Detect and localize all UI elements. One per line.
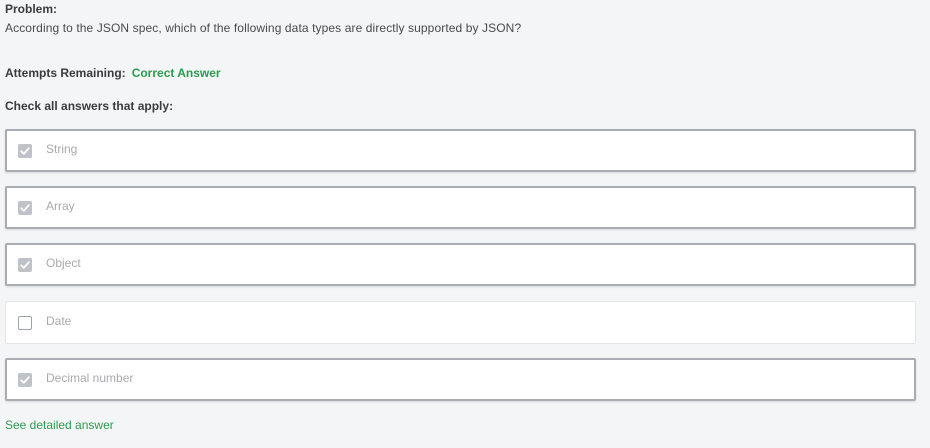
checkbox-checked-icon[interactable] [18,143,32,158]
problem-heading: Problem: [5,2,58,16]
attempts-label: Attempts Remaining: [5,66,126,80]
attempts-status: Correct Answer [131,66,221,80]
answer-option-label: Date [46,313,72,328]
see-detailed-answer-link[interactable]: See detailed answer [5,418,114,432]
checkbox-checked-icon[interactable] [18,372,32,387]
answer-option-array[interactable]: Array [5,186,916,229]
answer-option-label: Decimal number [46,370,134,385]
answer-option-label: String [46,141,78,156]
answer-option-label: Object [46,255,81,270]
checkbox-checked-icon[interactable] [18,257,32,272]
attempts-row: Attempts Remaining: Correct Answer [5,66,221,80]
problem-question: According to the JSON spec, which of the… [5,21,522,35]
answer-option-date[interactable]: Date [5,301,916,344]
checkbox-empty-icon[interactable] [18,315,32,330]
answer-option-object[interactable]: Object [5,243,916,286]
quiz-page: Problem: According to the JSON spec, whi… [0,0,930,448]
answer-option-string[interactable]: String [5,129,916,172]
answer-option-label: Array [46,198,75,213]
checkbox-checked-icon[interactable] [18,200,32,215]
answer-instructions: Check all answers that apply: [5,99,174,113]
answer-option-decimal-number[interactable]: Decimal number [5,358,916,401]
